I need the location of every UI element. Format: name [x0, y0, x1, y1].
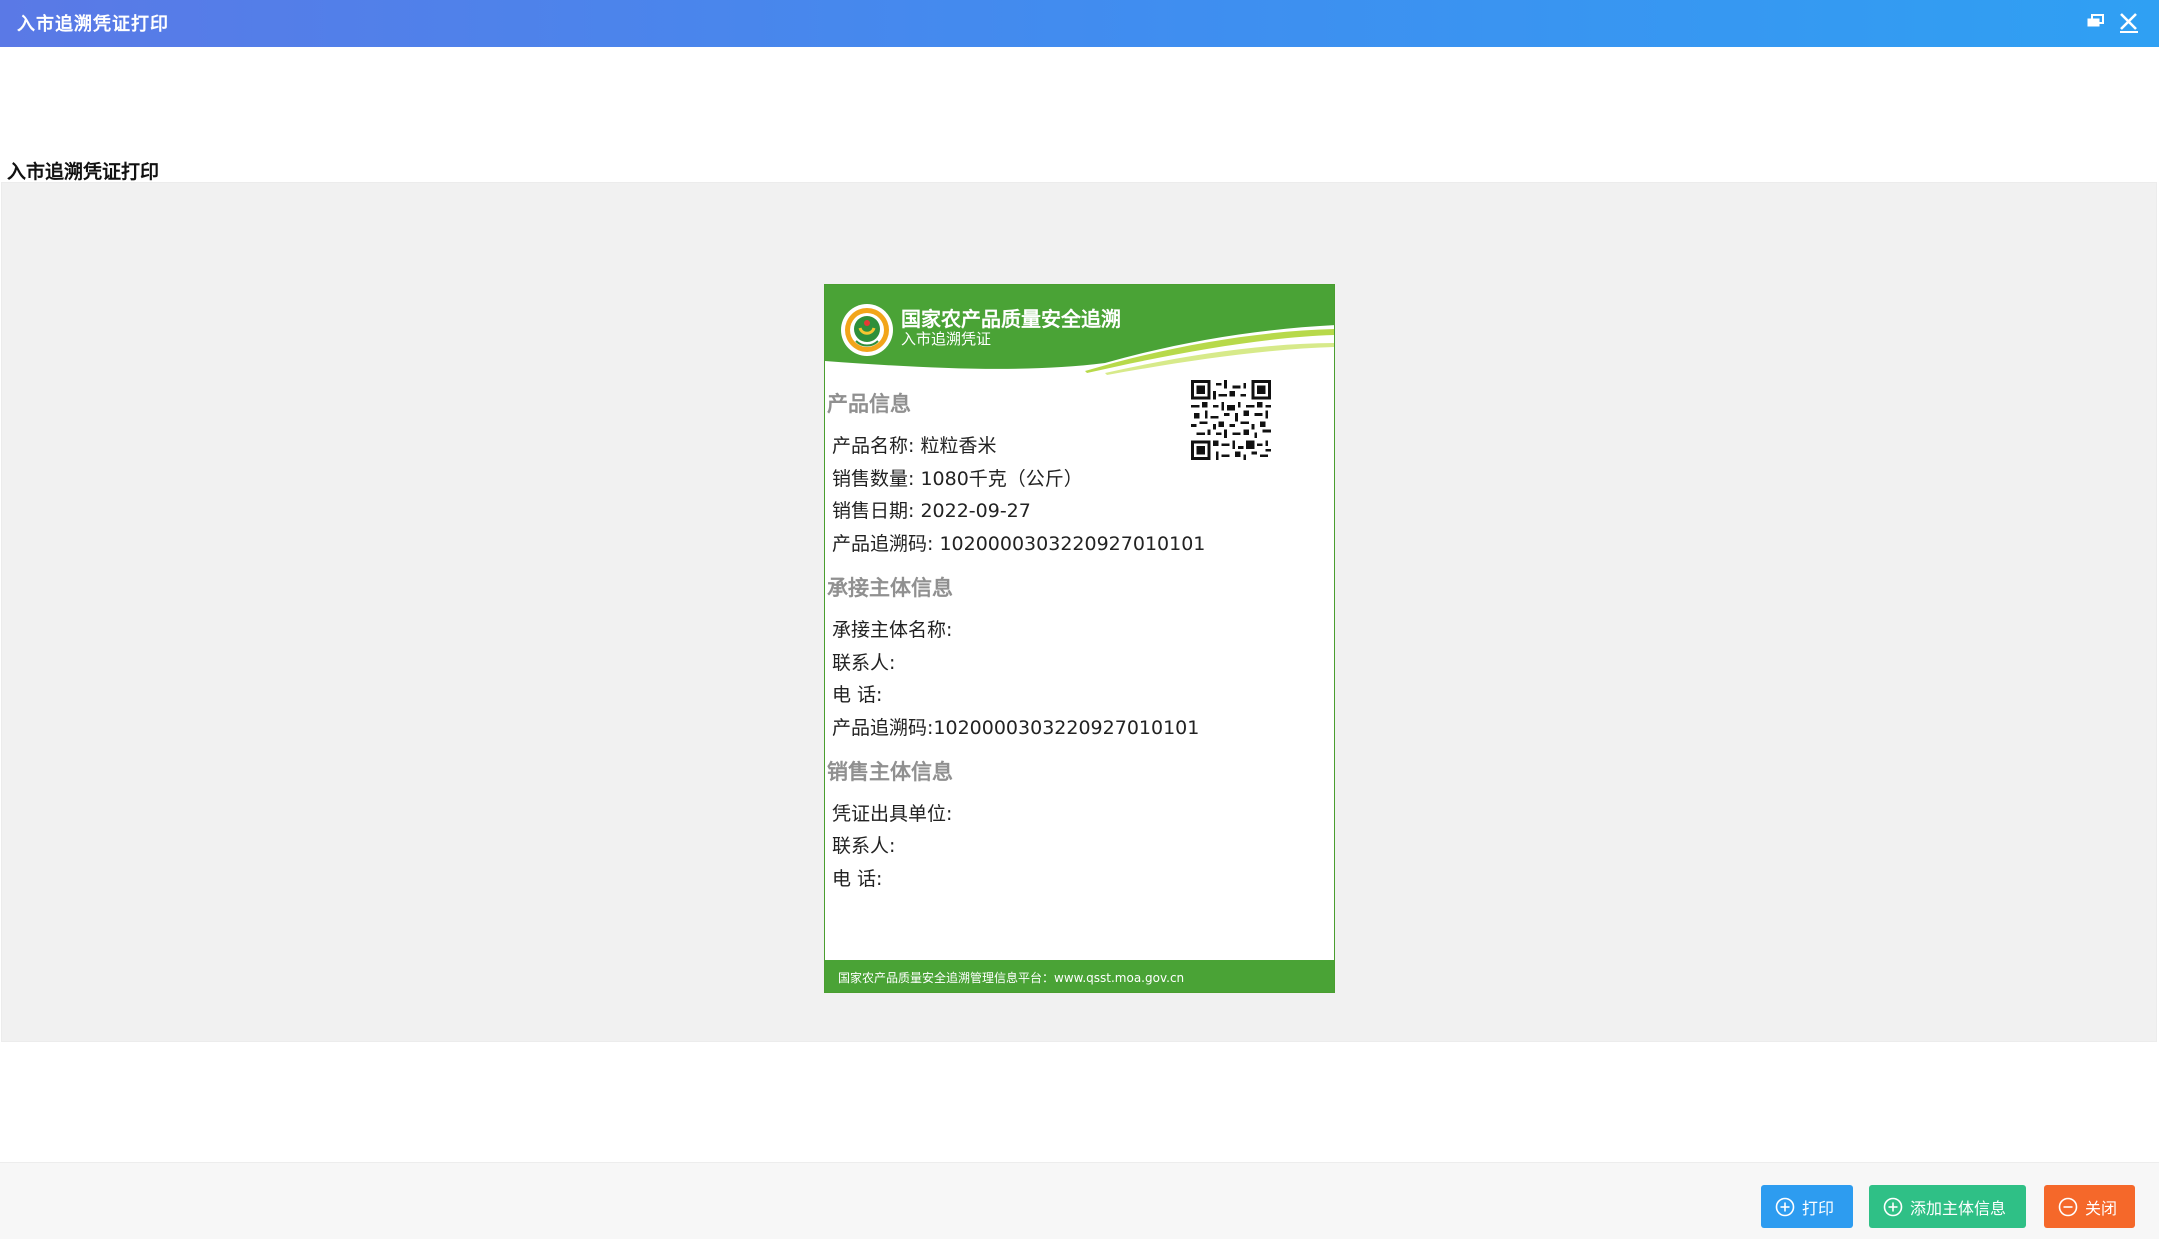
- close-button-label: 关闭: [2085, 1198, 2118, 1218]
- qr-code-icon: [1191, 380, 1271, 460]
- plus-circle-icon: [1883, 1197, 1903, 1216]
- issuer-unit-line: 凭证出具单位:: [832, 803, 953, 825]
- seller-contact-line: 联系人:: [832, 835, 896, 857]
- add-subject-button-label: 添加主体信息: [1910, 1198, 2007, 1218]
- trace-code-line: 产品追溯码: 1020000303220927010101: [832, 533, 1206, 555]
- seller-phone-line: 电 话:: [832, 868, 883, 890]
- certificate-footer: 国家农产品质量安全追溯管理信息平台：www.qsst.moa.gov.cn: [825, 960, 1334, 992]
- receiver-name-line: 承接主体名称:: [832, 619, 953, 641]
- section-title: 入市追溯凭证打印: [7, 161, 160, 183]
- minus-circle-icon: [2058, 1197, 2078, 1216]
- receiver-trace-code-line: 产品追溯码:1020000303220927010101: [832, 717, 1200, 739]
- print-button-label: 打印: [1802, 1198, 1835, 1218]
- trace-certificate: 国家农产品质量安全追溯 入市追溯凭证 产品信息 产品名称: 粒粒香米 销售数量:…: [824, 284, 1335, 993]
- restore-icon[interactable]: [2083, 9, 2109, 35]
- receiver-info-heading: 承接主体信息: [827, 576, 953, 600]
- plus-circle-icon: [1775, 1197, 1795, 1216]
- product-info-heading: 产品信息: [827, 392, 911, 416]
- seller-info-heading: 销售主体信息: [827, 760, 953, 784]
- window-titlebar: 入市追溯凭证打印: [0, 0, 2159, 47]
- receiver-phone-line: 电 话:: [832, 684, 883, 706]
- add-subject-button[interactable]: 添加主体信息: [1869, 1185, 2026, 1228]
- certificate-subtitle: 入市追溯凭证: [901, 330, 992, 348]
- print-button[interactable]: 打印: [1761, 1185, 1853, 1228]
- receiver-contact-line: 联系人:: [832, 652, 896, 674]
- sale-quantity-line: 销售数量: 1080千克（公斤）: [832, 468, 1083, 490]
- close-icon[interactable]: [2116, 9, 2142, 35]
- certificate-header: 国家农产品质量安全追溯 入市追溯凭证: [825, 285, 1334, 380]
- sale-date-line: 销售日期: 2022-09-27: [832, 500, 1031, 522]
- close-button[interactable]: 关闭: [2044, 1185, 2135, 1228]
- agri-logo-icon: [840, 303, 894, 357]
- product-name-line: 产品名称: 粒粒香米: [832, 435, 997, 457]
- window-title: 入市追溯凭证打印: [17, 14, 169, 35]
